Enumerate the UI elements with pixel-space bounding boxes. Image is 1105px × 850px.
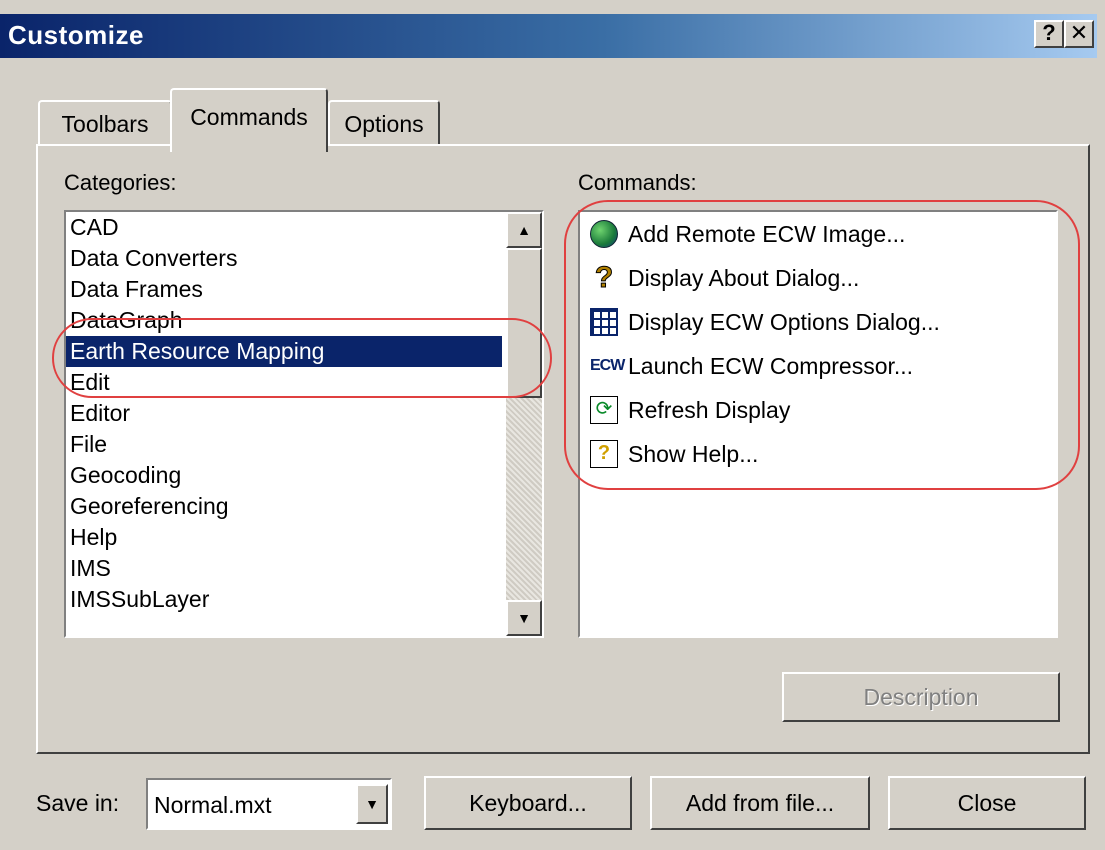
list-item[interactable]: File [66, 429, 502, 460]
tab-commands[interactable]: Commands [170, 88, 328, 152]
tab-toolbars[interactable]: Toolbars [38, 100, 172, 146]
save-in-label: Save in: [36, 790, 120, 816]
list-item[interactable]: ECW Launch ECW Compressor... [580, 344, 1056, 388]
scroll-down-arrow-icon[interactable]: ▼ [506, 600, 542, 636]
list-item[interactable]: ? Show Help... [580, 432, 1056, 476]
list-item[interactable]: Edit [66, 367, 502, 398]
list-item[interactable]: IMS [66, 553, 502, 584]
command-label: Show Help... [628, 441, 759, 467]
customize-dialog: Customize ? ✕ Toolbars Commands Options … [0, 0, 1105, 850]
list-item[interactable]: ⟳ Refresh Display [580, 388, 1056, 432]
list-item[interactable]: Help [66, 522, 502, 553]
command-label: Launch ECW Compressor... [628, 353, 914, 379]
list-item[interactable]: Display ECW Options Dialog... [580, 300, 1056, 344]
scroll-up-arrow-icon[interactable]: ▲ [506, 212, 542, 248]
categories-scrollbar[interactable]: ▲ ▼ [506, 212, 542, 636]
list-item[interactable]: Data Frames [66, 274, 502, 305]
list-item[interactable]: Data Converters [66, 243, 502, 274]
list-item[interactable]: ? Display About Dialog... [580, 256, 1056, 300]
title-bar[interactable]: Customize ? ✕ [0, 14, 1097, 58]
command-label: Display ECW Options Dialog... [628, 309, 940, 335]
list-item-selected[interactable]: Earth Resource Mapping [66, 336, 502, 367]
list-item[interactable]: Editor [66, 398, 502, 429]
categories-list[interactable]: CAD Data Converters Data Frames DataGrap… [64, 210, 544, 638]
list-item[interactable]: IMSSubLayer [66, 584, 502, 615]
scrollbar-thumb[interactable] [506, 248, 542, 398]
help-button[interactable]: ? [1034, 20, 1064, 48]
add-from-file-button[interactable]: Add from file... [650, 776, 870, 830]
window-title: Customize [8, 20, 144, 50]
command-label: Refresh Display [628, 397, 791, 423]
list-item[interactable]: Add Remote ECW Image... [580, 212, 1056, 256]
tab-options[interactable]: Options [328, 100, 440, 146]
save-in-value: Normal.mxt [154, 792, 272, 818]
close-button[interactable]: Close [888, 776, 1086, 830]
command-label: Add Remote ECW Image... [628, 221, 906, 247]
commands-list[interactable]: Add Remote ECW Image... ? Display About … [578, 210, 1058, 638]
description-button[interactable]: Description [782, 672, 1060, 722]
list-item[interactable]: CAD [66, 212, 502, 243]
ecw-compressor-icon: ECW [590, 357, 625, 374]
list-item[interactable]: Geocoding [66, 460, 502, 491]
options-grid-icon [590, 308, 618, 336]
close-window-button[interactable]: ✕ [1064, 20, 1094, 48]
save-in-dropdown[interactable]: Normal.mxt ▼ [146, 778, 392, 830]
globe-icon [590, 220, 618, 248]
chevron-down-icon[interactable]: ▼ [356, 784, 388, 824]
list-item[interactable]: Georeferencing [66, 491, 502, 522]
help-document-icon: ? [590, 440, 618, 468]
list-item[interactable]: DataGraph [66, 305, 502, 336]
keyboard-button[interactable]: Keyboard... [424, 776, 632, 830]
refresh-icon: ⟳ [590, 396, 618, 424]
question-mark-icon: ? [594, 261, 614, 294]
command-label: Display About Dialog... [628, 265, 860, 291]
